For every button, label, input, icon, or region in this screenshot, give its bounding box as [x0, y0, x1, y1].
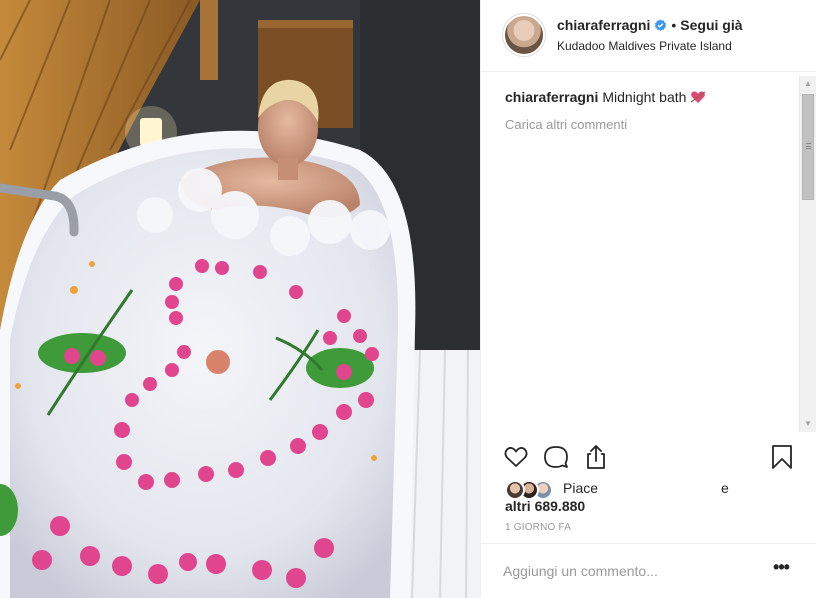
separator-dot: •	[671, 17, 677, 33]
like-button[interactable]	[503, 444, 531, 472]
scroll-up-arrow-icon[interactable]: ▲	[800, 76, 816, 92]
caption-username[interactable]: chiaraferragni	[505, 89, 598, 105]
comment-input[interactable]	[503, 558, 753, 584]
username-link[interactable]: chiaraferragni	[557, 17, 650, 33]
heart-outline-icon	[504, 447, 528, 467]
likes-summary: Piace e altri 689.880	[505, 478, 805, 518]
post-sidebar: chiaraferragni • Segui già Kudadoo Maldiv…	[480, 0, 816, 598]
share-upload-icon	[587, 445, 605, 469]
bookmark-icon	[772, 445, 792, 469]
scrollbar-thumb[interactable]	[802, 94, 814, 200]
likes-label: Piace	[563, 480, 599, 496]
post-timestamp[interactable]: 1 GIORNO FA	[505, 522, 571, 533]
location-link[interactable]: Kudadoo Maldives Private Island	[557, 39, 732, 53]
user-line: chiaraferragni • Segui già	[557, 17, 743, 33]
likes-conjunction: e	[721, 480, 729, 496]
verified-badge-icon	[655, 19, 667, 31]
comments-scrollbar[interactable]: ▲ ▼	[799, 76, 816, 432]
heart-with-arrow-emoji	[691, 91, 706, 103]
save-button[interactable]	[769, 444, 797, 472]
liker-avatar[interactable]	[505, 480, 525, 500]
scroll-down-arrow-icon[interactable]: ▼	[800, 416, 816, 432]
speech-bubble-icon	[544, 446, 568, 468]
action-bar	[481, 440, 816, 480]
comment-form: •••	[481, 543, 816, 598]
comment-button[interactable]	[543, 444, 571, 472]
comments-section: chiaraferragni Midnight bath Carica altri…	[481, 72, 816, 432]
bathtub-photo	[0, 0, 480, 598]
share-button[interactable]	[583, 444, 611, 472]
likes-count[interactable]: altri 689.880	[505, 498, 585, 514]
post-photo[interactable]	[0, 0, 480, 598]
avatar[interactable]	[503, 14, 545, 56]
load-more-comments[interactable]: Carica altri commenti	[505, 117, 627, 132]
more-options-icon[interactable]: •••	[769, 558, 793, 581]
scrollbar-grip-icon	[806, 143, 811, 149]
follow-button[interactable]: Segui già	[680, 17, 742, 33]
caption-text: Midnight bath	[602, 89, 687, 105]
post-header: chiaraferragni • Segui già Kudadoo Maldiv…	[481, 0, 816, 72]
caption: chiaraferragni Midnight bath	[505, 89, 706, 105]
